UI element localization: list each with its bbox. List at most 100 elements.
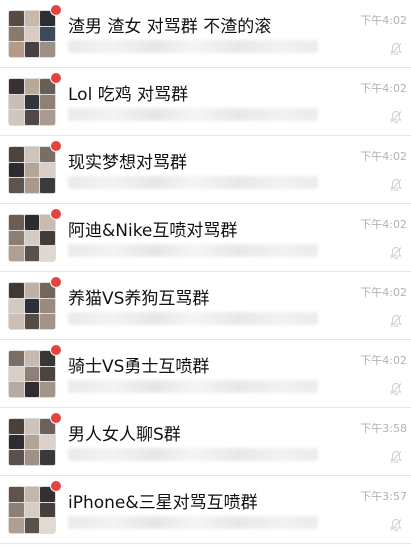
mute-bell-icon [389,42,403,56]
avatar-member-thumbnail [24,283,40,298]
avatar-member-thumbnail [24,42,40,57]
avatar-member-thumbnail [9,366,24,382]
avatar-member-thumbnail [9,298,24,314]
avatar-member-thumbnail [9,419,24,434]
chat-row[interactable]: iPhone&三星对骂互喷群 下午3:57 [0,476,411,544]
avatar-member-thumbnail [9,314,24,329]
chat-row[interactable]: 养猫VS养狗互骂群 下午4:02 [0,272,411,340]
chat-timestamp: 下午3:57 [360,490,407,503]
avatar-member-thumbnail [40,382,55,397]
avatar-member-thumbnail [40,434,55,450]
mute-bell-icon [389,314,403,328]
avatar-member-thumbnail [24,351,40,366]
avatar-member-thumbnail [24,314,40,329]
avatar-member-thumbnail [9,110,24,125]
unread-dot-badge [50,140,62,152]
avatar-member-thumbnail [9,382,24,397]
chat-row[interactable]: 阿迪&Nike互喷对骂群 下午4:02 [0,204,411,272]
avatar-member-thumbnail [24,178,40,193]
avatar-member-thumbnail [40,298,55,314]
chat-row[interactable]: 男人女人聊S群 下午3:58 [0,408,411,476]
group-avatar[interactable] [8,140,62,194]
avatar-member-thumbnail [9,11,24,26]
group-avatar[interactable] [8,4,62,58]
avatar-member-thumbnail [24,518,40,533]
chat-timestamp: 下午3:58 [360,422,407,435]
chat-list: 渣男 渣女 对骂群 不渣的滚 下午4:02 Lol 吃鸡 对骂群 下午4:02 现实梦想… [0,0,411,548]
chat-title: Lol 吃鸡 对骂群 [68,85,189,105]
avatar-member-thumbnail [9,246,24,261]
unread-dot-badge [50,344,62,356]
chat-row[interactable]: Lol 吃鸡 对骂群 下午4:02 [0,68,411,136]
unread-dot-badge [50,208,62,220]
group-avatar[interactable] [8,480,62,534]
mute-bell-icon [389,518,403,532]
avatar-member-thumbnail [40,366,55,382]
blurred-message-preview [68,380,318,393]
blurred-message-preview [68,108,318,121]
avatar-member-thumbnail [9,162,24,178]
chat-timestamp: 下午4:02 [360,286,407,299]
unread-dot-badge [50,4,62,16]
avatar-member-thumbnail [24,502,40,518]
mute-bell-icon [389,382,403,396]
chat-timestamp: 下午4:02 [360,14,407,27]
avatar-member-thumbnail [9,230,24,246]
blurred-message-preview [68,40,318,53]
avatar-member-thumbnail [9,502,24,518]
avatar-member-thumbnail [9,487,24,502]
avatar-member-thumbnail [24,147,40,162]
mute-bell-icon [389,178,403,192]
avatar-member-thumbnail [9,434,24,450]
blurred-message-preview [68,448,318,461]
avatar-member-thumbnail [40,162,55,178]
avatar-member-thumbnail [24,382,40,397]
avatar-member-thumbnail [24,94,40,110]
avatar-member-thumbnail [40,178,55,193]
mute-bell-icon [389,110,403,124]
avatar-member-thumbnail [9,26,24,42]
group-avatar[interactable] [8,276,62,330]
avatar-member-thumbnail [9,79,24,94]
avatar-member-thumbnail [24,230,40,246]
chat-title: 男人女人聊S群 [68,425,181,445]
group-avatar[interactable] [8,344,62,398]
avatar-member-thumbnail [40,26,55,42]
chat-title: 渣男 渣女 对骂群 不渣的滚 [68,17,272,37]
chat-title: iPhone&三星对骂互喷群 [68,493,258,513]
avatar-member-thumbnail [24,298,40,314]
chat-timestamp: 下午4:02 [360,218,407,231]
avatar-member-thumbnail [24,215,40,230]
avatar-member-thumbnail [9,94,24,110]
avatar-member-thumbnail [24,487,40,502]
chat-timestamp: 下午4:02 [360,354,407,367]
avatar-member-thumbnail [40,230,55,246]
chat-row[interactable]: 渣男 渣女 对骂群 不渣的滚 下午4:02 [0,0,411,68]
blurred-message-preview [68,312,318,325]
group-avatar[interactable] [8,72,62,126]
chat-timestamp: 下午4:02 [360,82,407,95]
avatar-member-thumbnail [24,11,40,26]
chat-row[interactable]: 现实梦想对骂群 下午4:02 [0,136,411,204]
avatar-member-thumbnail [40,502,55,518]
chat-title: 骑士VS勇士互喷群 [68,357,210,377]
avatar-member-thumbnail [9,178,24,193]
avatar-member-thumbnail [9,351,24,366]
chat-timestamp: 下午4:02 [360,150,407,163]
group-avatar[interactable] [8,208,62,262]
avatar-member-thumbnail [9,147,24,162]
avatar-member-thumbnail [9,450,24,465]
avatar-member-thumbnail [40,94,55,110]
unread-dot-badge [50,72,62,84]
avatar-member-thumbnail [40,314,55,329]
avatar-member-thumbnail [40,450,55,465]
avatar-member-thumbnail [24,79,40,94]
blurred-message-preview [68,516,318,529]
chat-row[interactable]: 骑士VS勇士互喷群 下午4:02 [0,340,411,408]
avatar-member-thumbnail [9,42,24,57]
avatar-member-thumbnail [24,419,40,434]
avatar-member-thumbnail [24,450,40,465]
blurred-message-preview [68,176,318,189]
group-avatar[interactable] [8,412,62,466]
avatar-member-thumbnail [9,215,24,230]
